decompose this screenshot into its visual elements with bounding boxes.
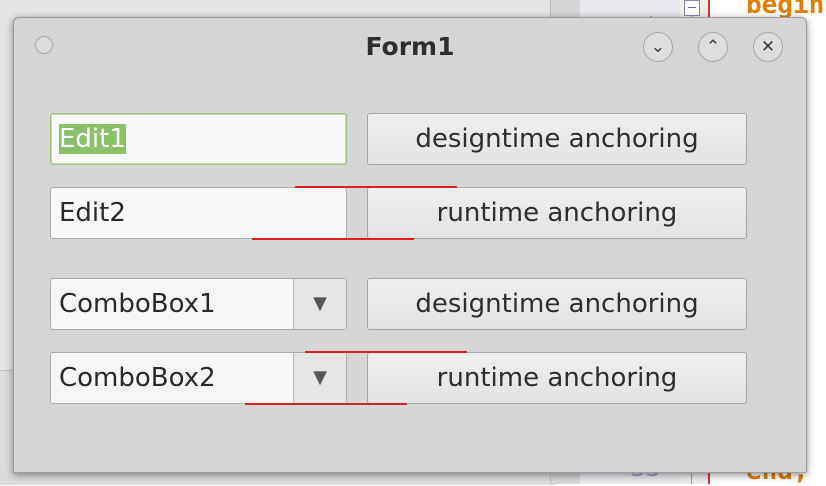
chevron-down-icon: ⌄ — [650, 37, 666, 57]
edit2-field[interactable]: Edit2 — [50, 187, 347, 239]
combobox2-value: ComboBox2 — [59, 363, 216, 393]
edit1-text: Edit1 — [59, 124, 126, 154]
anchor-guide-line — [295, 186, 457, 188]
chevron-up-icon: ⌃ — [705, 37, 721, 57]
combobox1-value: ComboBox1 — [59, 289, 216, 319]
window-title: Form1 — [365, 32, 455, 61]
edit1-field[interactable]: Edit1 — [50, 113, 347, 165]
form-window: Form1 ⌄ ⌃ ✕ Edit1 designtime anchoring E… — [13, 17, 807, 473]
dropdown-arrow-icon[interactable]: ▼ — [293, 279, 346, 329]
fold-toggle-icon[interactable] — [684, 0, 700, 16]
runtime-anchoring-button-1[interactable]: runtime anchoring — [367, 187, 747, 239]
combobox2[interactable]: ComboBox2 ▼ — [50, 352, 347, 404]
close-icon: ✕ — [760, 37, 776, 57]
runtime-anchoring-button-2[interactable]: runtime anchoring — [367, 352, 747, 404]
combobox1[interactable]: ComboBox1 ▼ — [50, 278, 347, 330]
title-bar[interactable]: Form1 ⌄ ⌃ ✕ — [14, 18, 806, 80]
designtime-anchoring-button-1[interactable]: designtime anchoring — [367, 113, 747, 165]
anchor-guide-line — [245, 403, 407, 405]
maximize-button[interactable]: ⌃ — [698, 32, 728, 62]
dropdown-arrow-icon[interactable]: ▼ — [293, 353, 346, 403]
designtime-anchoring-button-2[interactable]: designtime anchoring — [367, 278, 747, 330]
anchor-guide-line — [252, 238, 414, 240]
minimize-button[interactable]: ⌄ — [643, 32, 673, 62]
close-button[interactable]: ✕ — [753, 32, 783, 62]
anchor-guide-line — [305, 351, 467, 353]
